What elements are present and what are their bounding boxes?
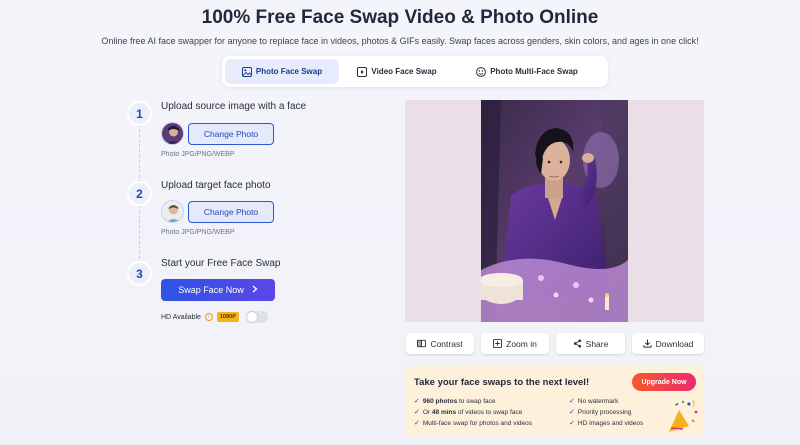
- tab-video-face-swap[interactable]: Video Face Swap: [339, 59, 455, 84]
- mode-tabs: Photo Face Swap Video Face Swap Photo Mu…: [222, 56, 608, 87]
- change-source-photo-button[interactable]: Change Photo: [188, 123, 274, 145]
- target-format-hint: Photo JPG/PNG/WEBP: [161, 229, 235, 236]
- download-button[interactable]: Download: [632, 333, 704, 354]
- check-icon: ✓: [569, 420, 575, 427]
- check-icon: ✓: [414, 409, 420, 416]
- step-number-1: 1: [127, 101, 152, 126]
- tab-label: Video Face Swap: [371, 67, 437, 76]
- preview-photo: [481, 100, 628, 322]
- step-number-3: 3: [127, 261, 152, 286]
- upgrade-now-button[interactable]: Upgrade Now: [632, 373, 696, 391]
- tab-photo-face-swap[interactable]: Photo Face Swap: [225, 59, 339, 84]
- check-icon: ✓: [569, 409, 575, 416]
- action-label: Zoom in: [506, 338, 537, 349]
- feature-item: ✓ 960 photos to swap face: [414, 397, 496, 406]
- share-icon: [573, 339, 581, 348]
- tab-label: Photo Multi-Face Swap: [490, 67, 578, 76]
- hd-label: HD Available: [161, 313, 201, 321]
- tab-label: Photo Face Swap: [255, 67, 323, 76]
- swap-button-label: Swap Face Now: [178, 285, 244, 295]
- chevron-right-icon: [252, 285, 258, 295]
- step-number-2: 2: [127, 181, 152, 206]
- feature-item: ✓ Or 48 mins of videos to swap face: [414, 408, 523, 417]
- contrast-icon: [417, 339, 427, 348]
- zoom-icon: [493, 339, 503, 348]
- result-preview: [405, 100, 704, 322]
- share-button[interactable]: Share: [556, 333, 625, 354]
- hd-toggle[interactable]: [245, 311, 268, 323]
- check-icon: ✓: [414, 420, 420, 427]
- source-format-hint: Photo JPG/PNG/WEBP: [161, 151, 235, 158]
- action-label: Download: [655, 338, 694, 349]
- resolution-badge: 1080P: [216, 312, 239, 322]
- upgrade-promo-card: Take your face swaps to the next level! …: [405, 366, 704, 436]
- check-icon: ✓: [414, 398, 420, 405]
- action-label: Contrast: [430, 338, 463, 349]
- page-title: 100% Free Face Swap Video & Photo Online: [201, 7, 599, 28]
- zoom-in-button[interactable]: Zoom in: [481, 333, 549, 354]
- preview-actions: Contrast Zoom in Share Download: [406, 333, 704, 354]
- feature-item: ✓ HD images and videos: [569, 419, 644, 428]
- contrast-button[interactable]: Contrast: [406, 333, 474, 354]
- image-icon: [241, 66, 252, 77]
- page-subtitle: Online free AI face swapper for anyone t…: [101, 36, 699, 46]
- info-icon[interactable]: i: [204, 313, 213, 321]
- download-icon: [642, 339, 652, 348]
- step-2-title: Upload target face photo: [161, 180, 271, 191]
- tab-photo-multi-face-swap[interactable]: Photo Multi-Face Swap: [455, 59, 599, 84]
- feature-item: ✓ Priority processing: [569, 408, 632, 417]
- feature-item: ✓ No watermark: [569, 397, 619, 406]
- target-thumbnail[interactable]: [161, 200, 184, 223]
- promo-title: Take your face swaps to the next level!: [414, 377, 590, 388]
- feature-item: ✓ Multi-face swap for photos and videos: [414, 419, 532, 428]
- action-label: Share: [585, 338, 609, 349]
- step-1-title: Upload source image with a face: [161, 101, 307, 112]
- step-3-title: Start your Free Face Swap: [161, 258, 281, 269]
- check-icon: ✓: [569, 398, 575, 405]
- source-thumbnail[interactable]: [161, 122, 184, 145]
- confetti-icon: [669, 399, 698, 432]
- video-icon: [357, 66, 368, 77]
- change-target-photo-button[interactable]: Change Photo: [188, 201, 274, 223]
- hd-option-row: HD Available i 1080P: [161, 311, 268, 323]
- swap-face-now-button[interactable]: Swap Face Now: [161, 279, 275, 301]
- multi-face-icon: [476, 66, 487, 77]
